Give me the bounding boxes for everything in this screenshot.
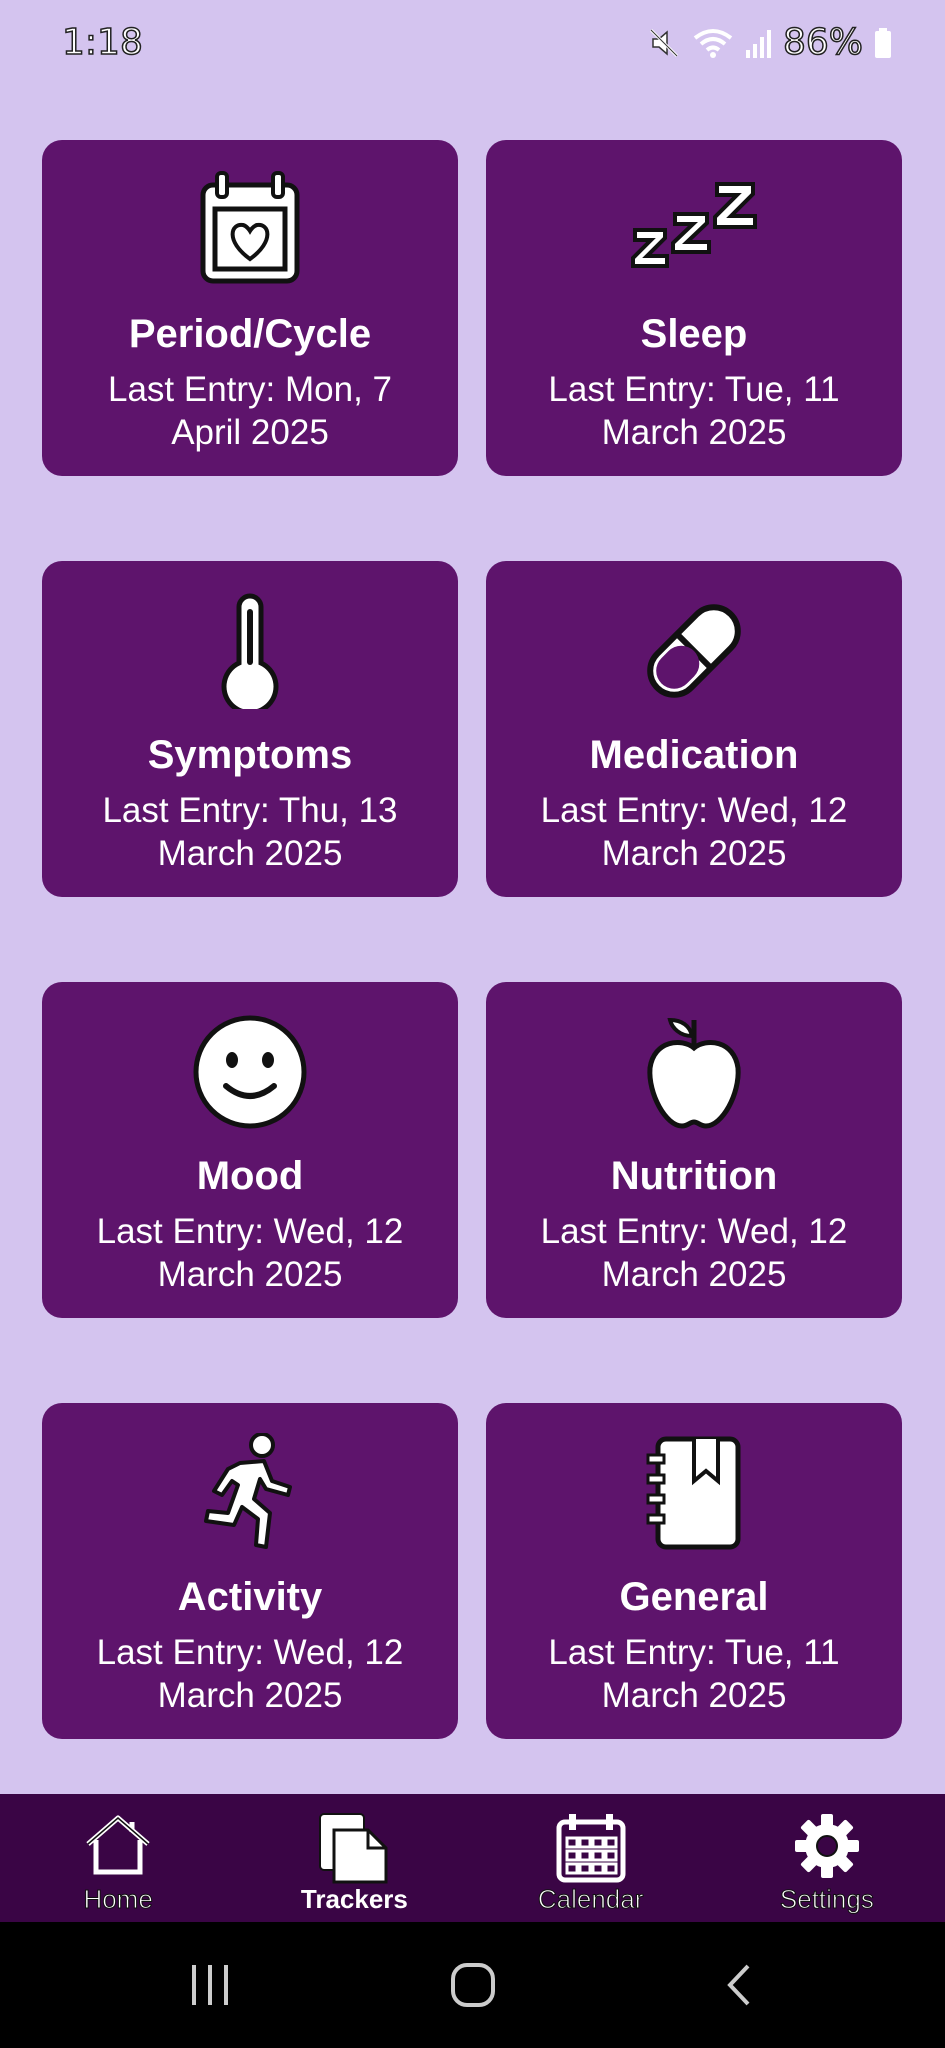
bottom-nav: Home Trackers Calendar Settings	[0, 1794, 945, 1922]
nav-home-label: Home	[83, 1884, 153, 1915]
calendar-icon	[473, 1812, 709, 1888]
last-entry-line1: Last Entry: Wed, 12	[540, 791, 848, 830]
home-system-button[interactable]	[428, 1952, 518, 2018]
tracker-last-entry: Last Entry: Tue, 11 March 2025	[506, 1631, 882, 1717]
tracker-card-sleep[interactable]: Sleep Last Entry: Tue, 11 March 2025	[486, 140, 902, 476]
nav-home[interactable]: Home	[0, 1794, 236, 1922]
apple-icon	[486, 1012, 902, 1132]
last-entry-line2: March 2025	[157, 834, 343, 873]
battery-icon	[873, 26, 893, 60]
tracker-card-nutrition[interactable]: Nutrition Last Entry: Wed, 12 March 2025	[486, 982, 902, 1318]
tracker-title: General	[619, 1575, 769, 1619]
calendar-heart-icon	[42, 170, 458, 290]
recent-apps-icon	[192, 1965, 228, 2005]
last-entry-line2: March 2025	[601, 1676, 787, 1715]
home-icon	[0, 1812, 236, 1888]
nav-trackers-label: Trackers	[300, 1884, 408, 1914]
status-icons: 86%	[647, 21, 893, 64]
notebook-icon	[486, 1433, 902, 1553]
wifi-icon	[691, 26, 735, 60]
tracker-title: Period/Cycle	[128, 312, 372, 356]
recent-apps-button[interactable]	[165, 1952, 255, 2018]
status-time: 1:18	[61, 21, 143, 64]
signal-icon	[745, 26, 773, 60]
tracker-last-entry: Last Entry: Wed, 12 March 2025	[506, 1210, 882, 1296]
tracker-title: Mood	[196, 1154, 304, 1198]
status-bar: 1:18 86%	[0, 0, 945, 92]
mute-icon	[647, 26, 681, 60]
last-entry-line1: Last Entry: Wed, 12	[540, 1212, 848, 1251]
last-entry-line1: Last Entry: Tue, 11	[548, 1633, 840, 1672]
home-circle-icon	[451, 1963, 495, 2007]
tracker-card-mood[interactable]: Mood Last Entry: Wed, 12 March 2025	[42, 982, 458, 1318]
tracker-last-entry: Last Entry: Mon, 7 April 2025	[62, 368, 438, 454]
nav-settings-label: Settings	[779, 1884, 874, 1915]
tracker-last-entry: Last Entry: Wed, 12 March 2025	[506, 789, 882, 875]
last-entry-line1: Last Entry: Wed, 12	[96, 1633, 404, 1672]
smiley-icon	[42, 1012, 458, 1132]
tracker-card-symptoms[interactable]: Symptoms Last Entry: Thu, 13 March 2025	[42, 561, 458, 897]
last-entry-line1: Last Entry: Thu, 13	[102, 791, 398, 830]
tracker-card-medication[interactable]: Medication Last Entry: Wed, 12 March 202…	[486, 561, 902, 897]
gear-icon	[709, 1812, 945, 1888]
last-entry-line2: April 2025	[171, 413, 329, 452]
running-person-icon	[42, 1433, 458, 1553]
last-entry-line1: Last Entry: Mon, 7	[107, 370, 393, 409]
tracker-last-entry: Last Entry: Wed, 12 March 2025	[62, 1210, 438, 1296]
thermometer-icon	[42, 591, 458, 711]
tracker-title: Nutrition	[610, 1154, 778, 1198]
tracker-card-period[interactable]: Period/Cycle Last Entry: Mon, 7 April 20…	[42, 140, 458, 476]
nav-settings[interactable]: Settings	[709, 1794, 945, 1922]
trackers-icon	[236, 1812, 472, 1888]
tracker-last-entry: Last Entry: Tue, 11 March 2025	[506, 368, 882, 454]
tracker-title: Sleep	[640, 312, 748, 356]
back-chevron-icon	[727, 1964, 750, 2006]
nav-trackers[interactable]: Trackers	[236, 1794, 472, 1922]
last-entry-line2: March 2025	[157, 1255, 343, 1294]
last-entry-line2: March 2025	[157, 1676, 343, 1715]
tracker-title: Symptoms	[147, 733, 353, 777]
zzz-icon	[486, 170, 902, 290]
system-nav-bar	[0, 1922, 945, 2048]
last-entry-line2: March 2025	[601, 834, 787, 873]
pill-icon	[486, 591, 902, 711]
nav-calendar[interactable]: Calendar	[473, 1794, 709, 1922]
last-entry-line1: Last Entry: Wed, 12	[96, 1212, 404, 1251]
tracker-title: Activity	[177, 1575, 323, 1619]
last-entry-line2: March 2025	[601, 1255, 787, 1294]
last-entry-line1: Last Entry: Tue, 11	[548, 370, 840, 409]
tracker-card-general[interactable]: General Last Entry: Tue, 11 March 2025	[486, 1403, 902, 1739]
back-button[interactable]	[694, 1952, 784, 2018]
last-entry-line2: March 2025	[601, 413, 787, 452]
tracker-last-entry: Last Entry: Thu, 13 March 2025	[62, 789, 438, 875]
tracker-card-activity[interactable]: Activity Last Entry: Wed, 12 March 2025	[42, 1403, 458, 1739]
tracker-last-entry: Last Entry: Wed, 12 March 2025	[62, 1631, 438, 1717]
tracker-title: Medication	[589, 733, 799, 777]
nav-calendar-label: Calendar	[537, 1884, 644, 1915]
battery-percent: 86%	[782, 21, 864, 64]
